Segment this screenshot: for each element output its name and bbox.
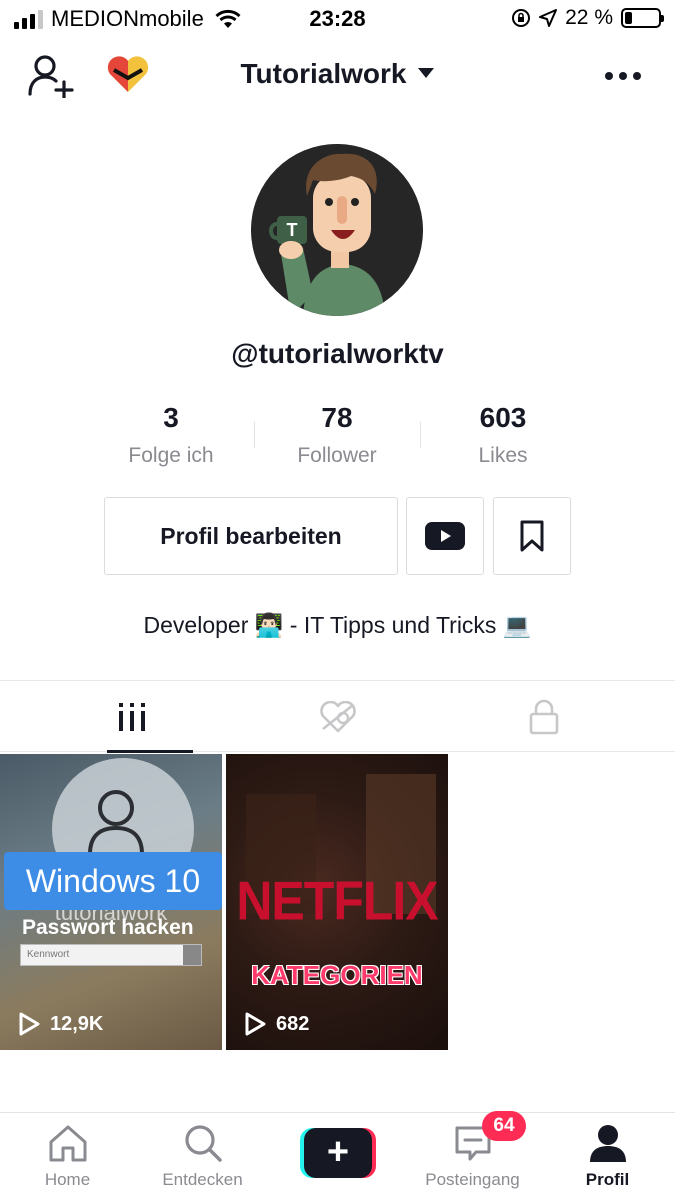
stat-following[interactable]: 3 Folge ich [88, 402, 254, 472]
tab-private[interactable] [431, 681, 656, 752]
stat-value: 3 [163, 402, 179, 433]
avatar-illustration: T [251, 144, 423, 316]
battery-percent: 22 % [565, 6, 613, 29]
home-icon [49, 1125, 86, 1162]
liked-icon [319, 700, 356, 732]
password-field-graphic: Kennwort [20, 944, 202, 966]
play-icon [245, 1012, 266, 1036]
nav-profile[interactable]: Profil [540, 1123, 675, 1190]
content-tabs [0, 680, 675, 753]
view-count: 682 [244, 1012, 309, 1036]
username: @tutorialworktv [231, 338, 444, 369]
stat-likes[interactable]: 603 Likes [420, 402, 586, 472]
video-subtitle: Passwort hacken [22, 916, 194, 939]
video-subtitle: KATEGORIEN [251, 960, 423, 990]
nav-label: Home [44, 1170, 91, 1189]
avatar-initial: T [287, 220, 298, 240]
divider [254, 422, 255, 448]
nav-label: Entdecken [162, 1170, 243, 1189]
bookmarks-button[interactable] [493, 497, 571, 575]
stat-value: 603 [479, 402, 527, 433]
profile-header: Tutorialwork [0, 48, 675, 104]
profile-stats: 3 Folge ich 78 Follower 603 Likes [88, 402, 588, 472]
videos-grid-icon [118, 702, 145, 731]
user-icon [88, 790, 144, 855]
youtube-icon [425, 522, 465, 550]
notification-badge: 64 [482, 1111, 526, 1141]
arrow-right-icon [183, 945, 201, 965]
orientation-lock-icon [512, 9, 531, 27]
video-title-badge: Windows 10 [4, 852, 222, 910]
divider [420, 422, 421, 448]
view-count: 12,9K [18, 1012, 103, 1036]
view-count-value: 682 [276, 1012, 310, 1035]
page-title: Tutorialwork [240, 58, 407, 89]
bottom-navigation: Home Entdecken + Posteingang 64 Profil [0, 1111, 675, 1200]
edit-profile-button[interactable]: Profil bearbeiten [104, 497, 398, 575]
chevron-down-icon [418, 67, 435, 78]
tab-liked[interactable] [225, 681, 450, 752]
profile-bio: Developer 👨🏻‍💻 - IT Tipps und Tricks 💻 [143, 612, 532, 638]
battery-icon [621, 8, 664, 28]
nav-discover[interactable]: Entdecken [135, 1123, 270, 1190]
stat-value: 78 [321, 402, 353, 433]
status-bar: MEDIONmobile 23:28 22 % [0, 0, 675, 40]
stat-label: Likes [478, 444, 528, 467]
nav-label: Profil [585, 1170, 630, 1189]
video-title: NETFLIX [236, 870, 438, 932]
nav-home[interactable]: Home [0, 1123, 135, 1190]
avatar[interactable]: T [251, 144, 423, 316]
private-lock-icon [529, 699, 558, 734]
field-placeholder: Kennwort [27, 949, 70, 960]
profile-icon [589, 1125, 626, 1162]
account-switcher[interactable]: Tutorialwork [0, 58, 675, 90]
plus-icon: + [304, 1128, 372, 1178]
view-count-value: 12,9K [50, 1012, 104, 1035]
nav-label: Posteingang [425, 1170, 520, 1189]
more-icon[interactable] [605, 72, 641, 80]
stat-label: Folge ich [128, 444, 214, 467]
search-icon [184, 1125, 222, 1162]
bookmark-icon [520, 520, 544, 552]
stat-label: Follower [297, 444, 377, 467]
youtube-button[interactable] [406, 497, 484, 575]
play-icon [19, 1012, 40, 1036]
location-icon [539, 9, 558, 27]
tab-videos[interactable] [19, 681, 244, 753]
video-thumbnail[interactable]: tutorialwork Windows 10 Passwort hacken … [0, 754, 222, 1050]
stat-followers[interactable]: 78 Follower [254, 402, 420, 472]
create-video-button[interactable]: + [300, 1128, 376, 1178]
video-thumbnail[interactable]: NETFLIX KATEGORIEN 682 [226, 754, 448, 1050]
